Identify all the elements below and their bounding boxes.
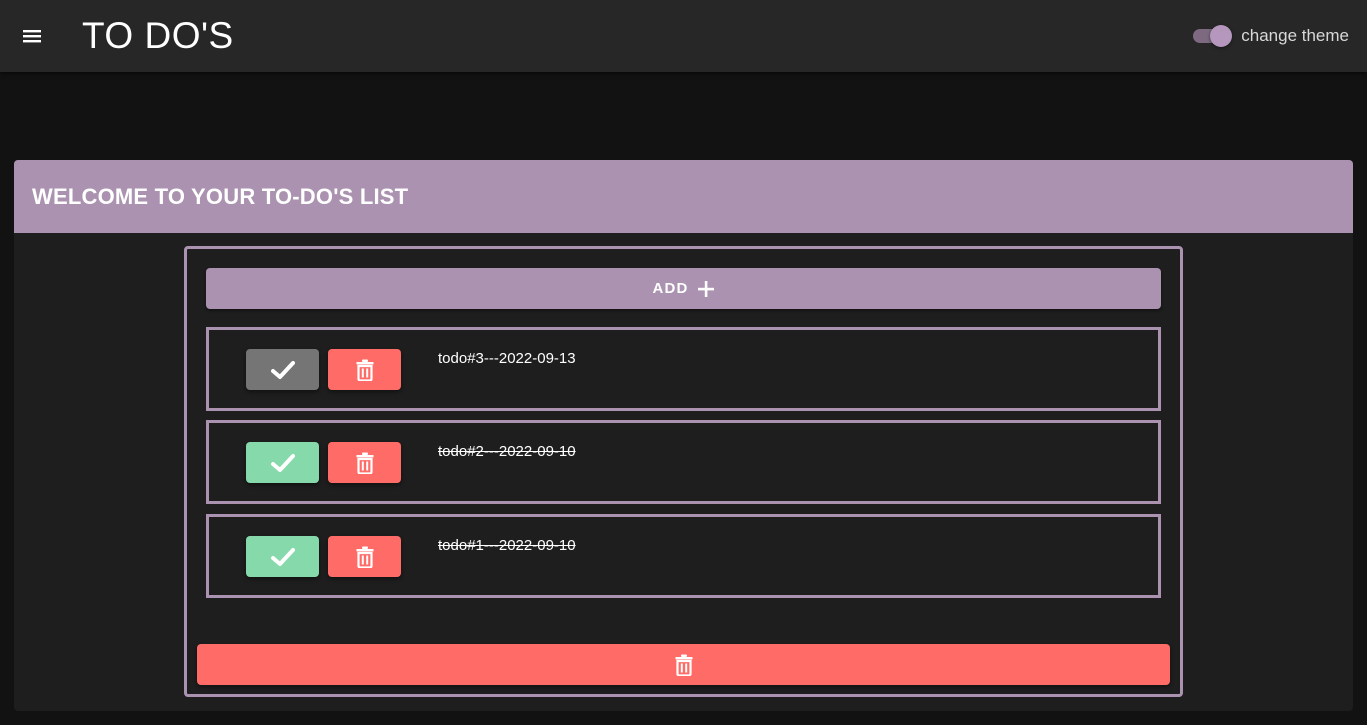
todo-text: todo#2---2022-09-10 (438, 443, 576, 460)
plus-icon (697, 280, 714, 297)
add-button-label: ADD (652, 280, 689, 297)
card-title: WELCOME TO YOUR TO-DO'S LIST (32, 183, 409, 209)
complete-todo-button[interactable] (246, 442, 319, 483)
theme-toggle-label: change theme (1241, 26, 1349, 45)
todo-item: todo#3---2022-09-13 (206, 327, 1161, 411)
delete-all-button[interactable] (197, 644, 1170, 685)
check-icon (270, 453, 295, 472)
delete-todo-button[interactable] (328, 536, 401, 577)
theme-toggle[interactable]: change theme (1191, 22, 1349, 50)
todo-text: todo#3---2022-09-13 (438, 350, 576, 367)
todo-card: WELCOME TO YOUR TO-DO'S LIST ADD todo#3-… (14, 160, 1353, 711)
delete-todo-button[interactable] (328, 442, 401, 483)
todo-text: todo#1---2022-09-10 (438, 537, 576, 554)
app-title: TO DO'S (82, 15, 234, 56)
check-icon (270, 547, 295, 566)
app-bar: TO DO'S change theme (0, 0, 1367, 72)
trash-icon (356, 452, 373, 474)
complete-todo-button[interactable] (246, 536, 319, 577)
theme-switch[interactable] (1191, 22, 1233, 50)
check-icon (270, 360, 295, 379)
todo-list-container: ADD todo#3---2022-09-13 todo#2---2022-09… (184, 246, 1183, 697)
menu-icon (23, 30, 41, 43)
complete-todo-button[interactable] (246, 349, 319, 390)
todo-item: todo#1---2022-09-10 (206, 514, 1161, 598)
todo-item: todo#2---2022-09-10 (206, 420, 1161, 504)
trash-icon (356, 546, 373, 568)
trash-icon (675, 654, 692, 676)
trash-icon (356, 359, 373, 381)
card-header: WELCOME TO YOUR TO-DO'S LIST (14, 160, 1353, 233)
delete-todo-button[interactable] (328, 349, 401, 390)
menu-button[interactable] (10, 16, 54, 56)
add-todo-button[interactable]: ADD (206, 268, 1161, 309)
switch-thumb[interactable] (1210, 25, 1233, 47)
